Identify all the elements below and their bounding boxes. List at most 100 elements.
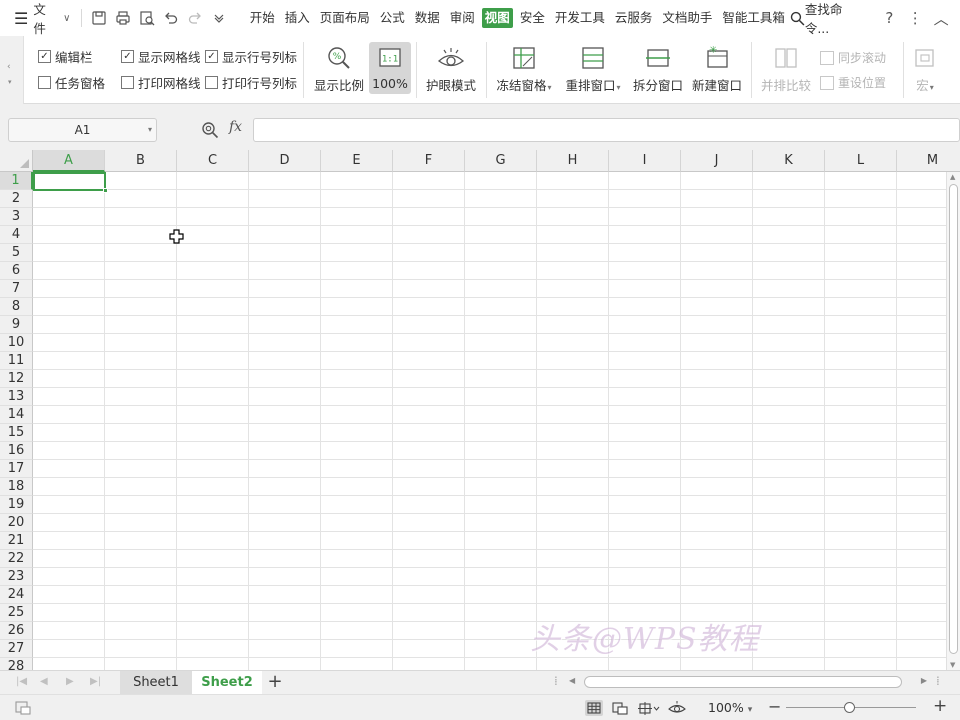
- row-header[interactable]: 16: [0, 442, 33, 460]
- column-header[interactable]: B: [105, 150, 177, 172]
- checkbox-print-gridlines[interactable]: 打印网格线: [121, 73, 201, 92]
- tab-splitter-handle[interactable]: ⁞: [554, 674, 558, 688]
- zoom-level-button[interactable]: 100% ▾: [708, 700, 752, 715]
- print-icon[interactable]: [111, 6, 135, 30]
- macro-record-icon[interactable]: [14, 700, 32, 716]
- menu-tab-6[interactable]: 视图: [481, 8, 513, 28]
- column-header[interactable]: M: [897, 150, 960, 172]
- row-header[interactable]: 20: [0, 514, 33, 532]
- row-header[interactable]: 6: [0, 262, 33, 280]
- row-header[interactable]: 27: [0, 640, 33, 658]
- reset-position-button[interactable]: 重设位置: [820, 74, 886, 91]
- row-header[interactable]: 12: [0, 370, 33, 388]
- zoom-100-button[interactable]: 1:1 100%: [369, 42, 411, 94]
- row-header[interactable]: 17: [0, 460, 33, 478]
- menu-tab-10[interactable]: 文档助手: [659, 8, 715, 28]
- checkbox-task-pane[interactable]: 任务窗格: [38, 73, 105, 92]
- split-window-button[interactable]: 拆分窗口: [632, 42, 684, 94]
- zoom-icon[interactable]: [201, 121, 219, 139]
- vertical-scroll-thumb[interactable]: [949, 184, 958, 654]
- column-header[interactable]: J: [681, 150, 753, 172]
- column-header[interactable]: A: [33, 150, 105, 172]
- search-command[interactable]: 查找命令...: [790, 0, 867, 37]
- customize-quick-access-icon[interactable]: [207, 6, 231, 30]
- select-all-corner[interactable]: [0, 150, 33, 172]
- scroll-right-icon[interactable]: ▶: [921, 676, 927, 685]
- checkbox-print-headings[interactable]: 打印行号列标: [205, 73, 297, 92]
- checkbox-show-headings[interactable]: ✓ 显示行号列标: [205, 47, 297, 66]
- menu-tab-1[interactable]: 插入: [282, 8, 313, 28]
- spreadsheet-grid[interactable]: ABCDEFGHIJKLM 1 2 3 4 5 6 7 8 9 10 11 12 13 14 15 16 17 1…: [0, 150, 960, 670]
- menu-tab-0[interactable]: 开始: [247, 8, 278, 28]
- column-header[interactable]: D: [249, 150, 321, 172]
- row-header[interactable]: 25: [0, 604, 33, 622]
- row-header[interactable]: 22: [0, 550, 33, 568]
- row-header[interactable]: 3: [0, 208, 33, 226]
- menu-tab-5[interactable]: 审阅: [447, 8, 478, 28]
- checkbox-task-pane-box[interactable]: [38, 76, 51, 89]
- active-cell-a1[interactable]: [33, 172, 108, 193]
- undo-icon[interactable]: [159, 6, 183, 30]
- zoom-out-button[interactable]: −: [768, 697, 781, 716]
- add-sheet-button[interactable]: +: [264, 671, 286, 694]
- row-header[interactable]: 14: [0, 406, 33, 424]
- row-header[interactable]: 7: [0, 280, 33, 298]
- column-header[interactable]: K: [753, 150, 825, 172]
- help-icon[interactable]: ?: [876, 5, 902, 31]
- checkbox-edit-bar-box[interactable]: ✓: [38, 50, 51, 63]
- rearrange-windows-button[interactable]: 重排窗口▾: [563, 42, 623, 94]
- row-header[interactable]: 19: [0, 496, 33, 514]
- checkbox-edit-bar[interactable]: ✓ 编辑栏: [38, 47, 93, 66]
- menu-tab-2[interactable]: 页面布局: [317, 8, 373, 28]
- checkbox-print-headings-box[interactable]: [205, 76, 218, 89]
- menu-tab-9[interactable]: 云服务: [612, 8, 656, 28]
- row-header[interactable]: 24: [0, 586, 33, 604]
- ribbon-scroll-left[interactable]: ‹ ▾: [0, 36, 24, 104]
- horizontal-scrollbar[interactable]: ◀ ▶: [566, 675, 932, 690]
- row-header[interactable]: 8: [0, 298, 33, 316]
- redo-icon[interactable]: [183, 6, 207, 30]
- collapse-ribbon-icon[interactable]: ︿: [928, 5, 954, 31]
- eye-mode-button[interactable]: 护眼模式: [424, 42, 478, 94]
- column-header[interactable]: L: [825, 150, 897, 172]
- zoom-in-button[interactable]: +: [933, 696, 947, 716]
- first-sheet-icon[interactable]: |◀: [16, 676, 27, 687]
- row-header[interactable]: 23: [0, 568, 33, 586]
- print-preview-icon[interactable]: [135, 6, 159, 30]
- zoom-ratio-button[interactable]: % 显示比例: [313, 42, 365, 94]
- scroll-up-icon[interactable]: ▲: [950, 173, 955, 181]
- insert-function-button[interactable]: fx: [229, 119, 242, 135]
- file-menu[interactable]: ☰ 文件 ∨: [0, 0, 76, 36]
- column-header[interactable]: E: [321, 150, 393, 172]
- scroll-down-icon[interactable]: ▼: [950, 661, 955, 669]
- row-header[interactable]: 15: [0, 424, 33, 442]
- column-header[interactable]: I: [609, 150, 681, 172]
- last-sheet-icon[interactable]: ▶|: [90, 676, 101, 687]
- checkbox-show-gridlines-box[interactable]: ✓: [121, 50, 134, 63]
- formula-input[interactable]: [253, 118, 960, 142]
- caret-down-icon[interactable]: ▾: [148, 119, 152, 141]
- normal-view-icon[interactable]: [585, 700, 603, 716]
- row-header[interactable]: 11: [0, 352, 33, 370]
- row-header[interactable]: 21: [0, 532, 33, 550]
- fill-handle[interactable]: [103, 188, 108, 193]
- checkbox-print-gridlines-box[interactable]: [121, 76, 134, 89]
- freeze-panes-button[interactable]: 冻结窗格▾: [494, 42, 554, 94]
- sheet-tab-1[interactable]: Sheet2: [192, 671, 262, 694]
- column-header[interactable]: G: [465, 150, 537, 172]
- vertical-scrollbar[interactable]: ▲ ▼: [946, 172, 960, 670]
- name-box[interactable]: A1 ▾: [8, 118, 157, 142]
- zoom-slider[interactable]: [786, 702, 916, 713]
- new-window-button[interactable]: ✳ 新建窗口: [691, 42, 743, 94]
- page-layout-view-icon[interactable]: [611, 700, 629, 716]
- horizontal-scroll-thumb[interactable]: [584, 676, 902, 688]
- page-break-view-icon[interactable]: [637, 700, 661, 716]
- menu-tab-8[interactable]: 开发工具: [552, 8, 608, 28]
- row-header[interactable]: 4: [0, 226, 33, 244]
- prev-sheet-icon[interactable]: ◀: [40, 676, 48, 687]
- row-header[interactable]: 26: [0, 622, 33, 640]
- next-sheet-icon[interactable]: ▶: [66, 676, 74, 687]
- menu-tab-3[interactable]: 公式: [377, 8, 408, 28]
- menu-tab-4[interactable]: 数据: [412, 8, 443, 28]
- split-handle[interactable]: ⁞: [936, 674, 940, 688]
